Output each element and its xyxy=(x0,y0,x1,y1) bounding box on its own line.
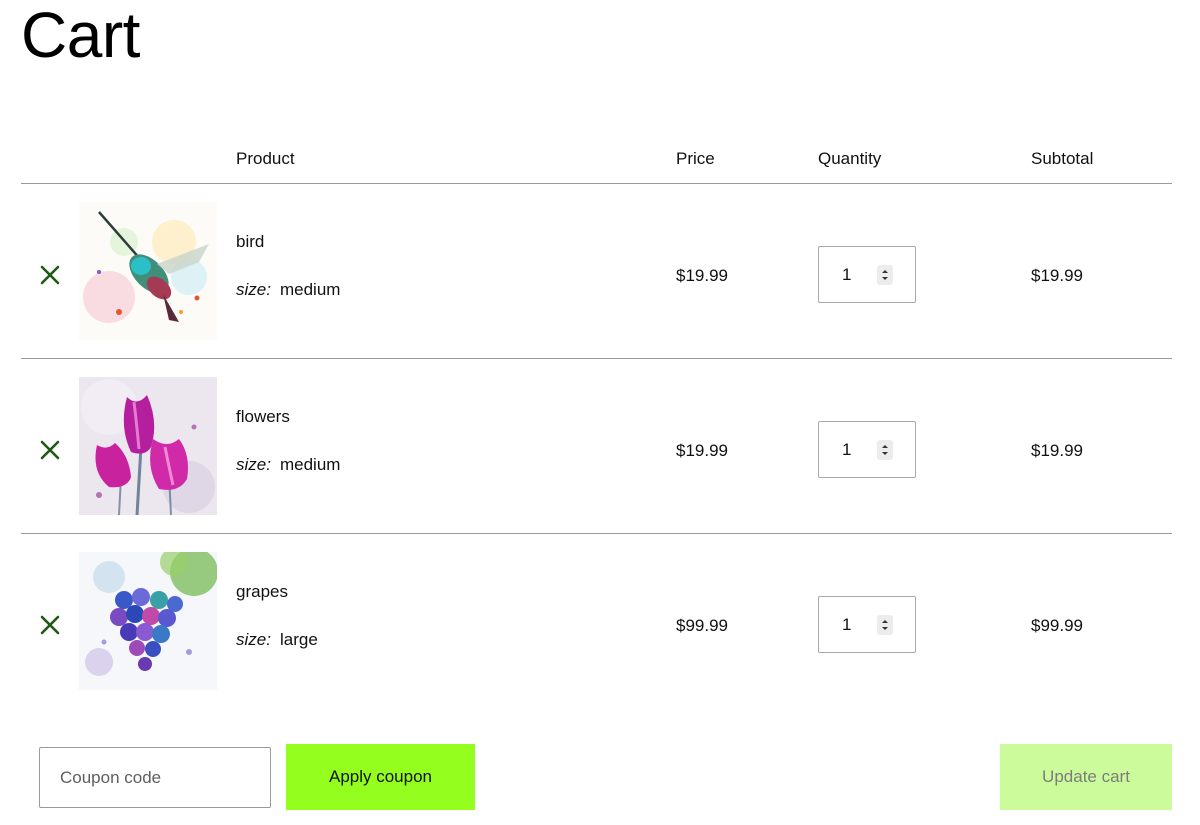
product-thumbnail-flowers[interactable] xyxy=(79,377,217,515)
quantity-stepper[interactable] xyxy=(877,265,893,285)
remove-x-icon xyxy=(40,440,60,460)
cart-table-header: Product Price Quantity Subtotal xyxy=(21,143,1172,184)
apply-coupon-button[interactable]: Apply coupon xyxy=(286,744,475,810)
product-price: $19.99 xyxy=(676,266,728,285)
product-price: $19.99 xyxy=(676,441,728,460)
product-name-link[interactable]: grapes xyxy=(236,582,288,602)
quantity-input[interactable]: 1 xyxy=(818,246,916,303)
coupon-code-input[interactable] xyxy=(39,747,271,808)
column-header-product: Product xyxy=(236,149,295,168)
quantity-stepper[interactable] xyxy=(877,615,893,635)
variation-value: large xyxy=(279,630,318,649)
page-title: Cart xyxy=(21,0,140,71)
variation-label: size: xyxy=(236,455,271,474)
update-cart-button[interactable]: Update cart xyxy=(1000,744,1172,810)
product-subtotal: $99.99 xyxy=(1031,616,1083,635)
stepper-arrows-icon xyxy=(882,445,888,455)
product-subtotal: $19.99 xyxy=(1031,441,1083,460)
variation-label: size: xyxy=(236,280,271,299)
variation-value: medium xyxy=(279,455,341,474)
quantity-input[interactable]: 1 xyxy=(818,596,916,653)
cart-item-row: bird size: medium $19.99 1 $19.99 xyxy=(21,184,1172,359)
remove-item-button[interactable] xyxy=(39,614,61,636)
quantity-value[interactable]: 1 xyxy=(842,615,851,635)
stepper-arrows-icon xyxy=(882,270,888,280)
product-thumbnail-bird[interactable] xyxy=(79,202,217,340)
quantity-value[interactable]: 1 xyxy=(842,440,851,460)
product-subtotal: $19.99 xyxy=(1031,266,1083,285)
column-header-price: Price xyxy=(676,149,715,168)
remove-item-button[interactable] xyxy=(39,439,61,461)
cart-item-row: grapes size: large $99.99 1 $99.99 xyxy=(21,534,1172,708)
variation-label: size: xyxy=(236,630,271,649)
cart-page: Cart Product Price Quantity Subtotal bir… xyxy=(0,0,1200,825)
product-name-link[interactable]: flowers xyxy=(236,407,290,427)
column-header-subtotal: Subtotal xyxy=(1031,149,1094,168)
column-header-quantity: Quantity xyxy=(818,149,882,168)
product-variation: size: medium xyxy=(236,280,340,300)
quantity-input[interactable]: 1 xyxy=(818,421,916,478)
stepper-arrows-icon xyxy=(882,620,888,630)
quantity-stepper[interactable] xyxy=(877,440,893,460)
quantity-value[interactable]: 1 xyxy=(842,265,851,285)
remove-item-button[interactable] xyxy=(39,264,61,286)
product-variation: size: medium xyxy=(236,455,340,475)
product-price: $99.99 xyxy=(676,616,728,635)
remove-x-icon xyxy=(40,615,60,635)
variation-value: medium xyxy=(279,280,341,299)
product-thumbnail-grapes[interactable] xyxy=(79,552,217,690)
remove-x-icon xyxy=(40,265,60,285)
product-name-link[interactable]: bird xyxy=(236,232,264,252)
cart-item-row: flowers size: medium $19.99 1 $19.99 xyxy=(21,359,1172,534)
product-variation: size: large xyxy=(236,630,318,650)
